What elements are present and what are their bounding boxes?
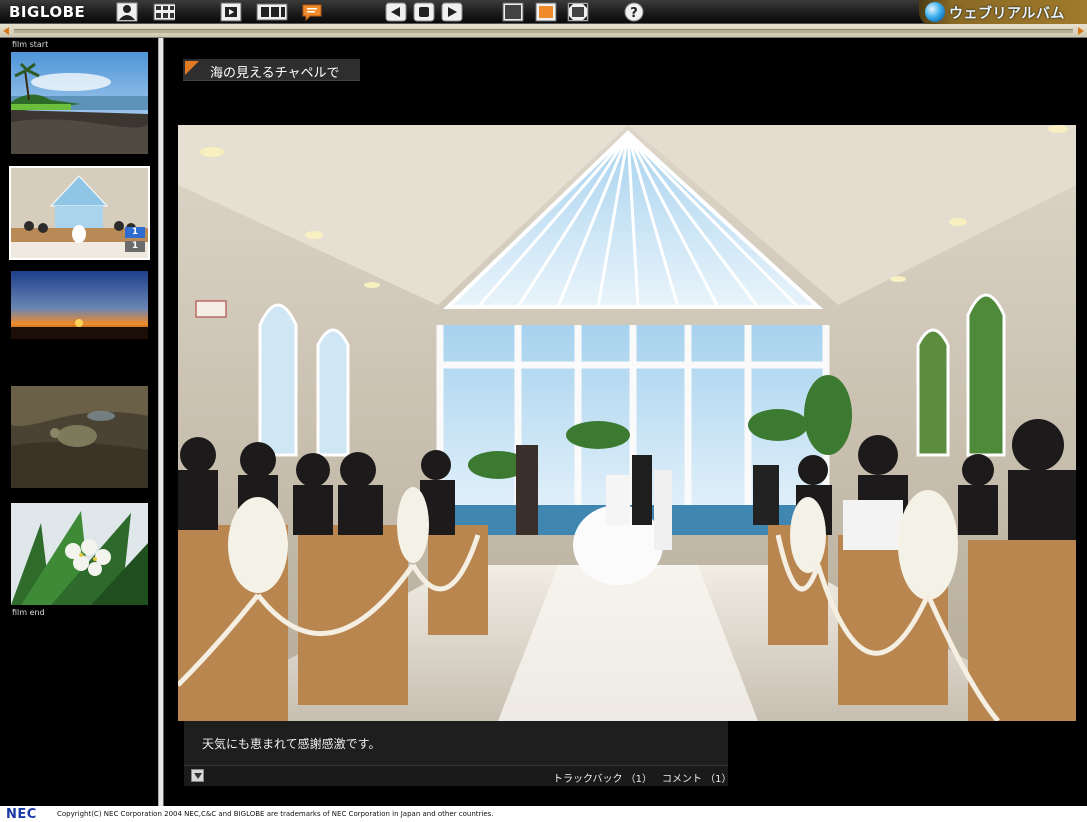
- photo-info-bar: トラックバック （1） コメント （1）: [184, 765, 732, 786]
- brand-name: ウェブリアルバム: [949, 6, 1065, 22]
- help-button[interactable]: ?: [623, 2, 645, 22]
- timeline-right-arrow-icon[interactable]: [1078, 27, 1084, 35]
- small-size-button[interactable]: [502, 2, 524, 22]
- film-icon: [256, 3, 288, 21]
- main-panel: 海の見えるチャペルで 天気にも恵まれて感謝感激です。 トラックバック （1） コ…: [164, 38, 1087, 806]
- stop-button[interactable]: [413, 2, 435, 22]
- thumb-turtle[interactable]: [11, 386, 148, 488]
- copyright-text: Copyright(C) NEC Corporation 2004 NEC,C&…: [57, 810, 494, 818]
- toolbar: BIGLOBE ? ウェブリアルバム: [0, 0, 1087, 26]
- user-icon: [116, 2, 138, 22]
- film-end-label: film end: [12, 608, 45, 617]
- globe-icon: [925, 2, 945, 22]
- thumb-chapel[interactable]: 1 1: [9, 166, 150, 260]
- main-photo[interactable]: [178, 125, 1076, 721]
- title-corner-icon: [185, 61, 199, 75]
- album-grid-icon: [153, 3, 175, 21]
- coast-photo: [11, 52, 148, 154]
- stop-icon: [413, 2, 435, 22]
- trackback-count-badge: 1: [125, 227, 145, 238]
- palm-flower-photo: [11, 503, 148, 605]
- caption-text: 天気にも恵まれて感謝感激です。: [202, 737, 381, 751]
- next-icon: [441, 2, 463, 22]
- photo-title-bar: 海の見えるチャペルで: [183, 59, 360, 81]
- thumb-coast[interactable]: [11, 52, 148, 154]
- biglobe-logo: BIGLOBE: [9, 3, 86, 21]
- next-button[interactable]: [441, 2, 463, 22]
- thumb-palm-flower[interactable]: [11, 503, 148, 605]
- large-size-button[interactable]: [535, 2, 557, 22]
- svg-text:?: ?: [630, 6, 638, 21]
- timeline-track[interactable]: [14, 29, 1073, 33]
- trackback-link[interactable]: トラックバック （1）: [553, 770, 652, 785]
- help-icon: ?: [624, 2, 644, 22]
- profile-button[interactable]: [116, 2, 138, 22]
- expand-comments-icon[interactable]: [191, 769, 204, 782]
- comment-icon: [302, 4, 322, 22]
- film-start-label: film start: [12, 40, 49, 49]
- sunset-photo: [11, 271, 148, 339]
- nec-logo: NEC: [6, 807, 37, 822]
- filmstrip: film start 1 1 film end: [0, 38, 158, 806]
- fit-frame-icon: [567, 2, 589, 22]
- fit-size-button[interactable]: [567, 2, 589, 22]
- comment-count-badge: 1: [125, 241, 145, 252]
- chapel-photo-large: [178, 125, 1076, 721]
- previous-button[interactable]: [385, 2, 407, 22]
- thumb-sunset[interactable]: [11, 271, 148, 339]
- webry-album-brand[interactable]: ウェブリアルバム: [919, 0, 1087, 26]
- timeline-left-arrow-icon[interactable]: [3, 27, 9, 35]
- album-list-button[interactable]: [153, 2, 175, 22]
- comment-button[interactable]: [301, 2, 323, 22]
- previous-icon: [385, 2, 407, 22]
- footer: NEC Copyright(C) NEC Corporation 2004 NE…: [0, 806, 1087, 822]
- slideshow-button[interactable]: [220, 2, 242, 22]
- photo-caption: 天気にも恵まれて感謝感激です。: [184, 721, 728, 765]
- comment-link[interactable]: コメント （1）: [662, 770, 732, 785]
- timeline-scrubber[interactable]: [0, 24, 1087, 38]
- large-frame-icon: [535, 2, 557, 22]
- small-frame-icon: [502, 2, 524, 22]
- film-view-button[interactable]: [256, 2, 288, 22]
- slideshow-icon: [220, 2, 242, 22]
- turtle-photo: [11, 386, 148, 488]
- photo-title: 海の見えるチャペルで: [210, 66, 340, 81]
